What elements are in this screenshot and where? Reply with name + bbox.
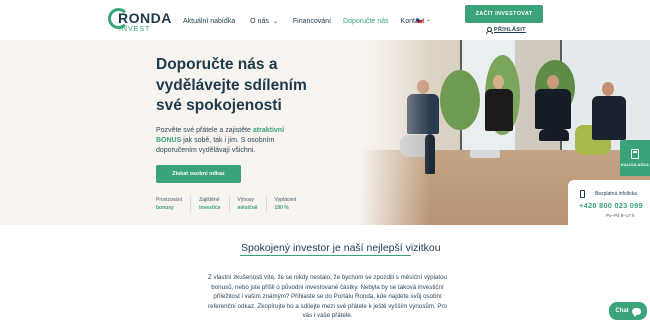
infoline-title: Bezplatná infolinka	[595, 191, 637, 197]
benefit-item: Vyplácení 100 %	[274, 197, 297, 211]
login-label: PŘIHLÁSIT	[494, 27, 526, 33]
nav-item-aktualni-nabidka[interactable]: Aktuální nabídka	[183, 18, 235, 25]
chat-button[interactable]: Chat	[609, 302, 647, 320]
nav-item-doporucte-nas[interactable]: Doporučte nás	[343, 18, 389, 25]
logo-subtitle: INVEST	[119, 26, 151, 33]
section-title-underline	[240, 255, 411, 256]
main-navigation: Aktuální nabídka O nás ⌄ Financování Dopo…	[183, 15, 424, 27]
user-icon	[486, 27, 493, 34]
chat-bubble-icon	[631, 307, 641, 317]
calculator-label: KALKULAČKA	[621, 162, 649, 167]
hero-description: Pozvěte své přátele a zajistěte atraktiv…	[156, 127, 285, 154]
chat-label: Chat	[615, 308, 629, 314]
infoline-hours: Po–Pá 9–17 h	[606, 213, 635, 218]
nav-item-financovani[interactable]: Financování	[293, 18, 331, 25]
phone-icon	[580, 190, 585, 198]
chevron-down-icon: ⌄	[272, 18, 278, 25]
hero-title: Doporučte nás a vydělávejte sdílením své…	[156, 56, 307, 114]
language-chevron-down-icon[interactable]: ⌄	[426, 16, 431, 23]
get-personal-link-button[interactable]: Získat osobní odkaz	[156, 165, 241, 183]
infoline-phone-number[interactable]: +420 800 023 099	[579, 201, 643, 210]
nav-item-o-nas[interactable]: O nás ⌄	[250, 18, 278, 25]
benefit-item: Výnosy měsíčně	[238, 196, 267, 212]
benefit-item: Provizování bonusy	[156, 196, 192, 212]
site-header: RONDA INVEST Aktuální nabídka O nás ⌄ Fin…	[0, 0, 650, 40]
calculator-icon	[631, 149, 639, 159]
ronda-invest-logo[interactable]: RONDA INVEST	[108, 8, 171, 34]
infoline-box: Bezplatná infolinka +420 800 023 099 Po–…	[568, 180, 650, 226]
start-investing-button[interactable]: ZAČÍT INVESTOVAT	[465, 5, 543, 23]
calculator-button[interactable]: KALKULAČKA	[620, 140, 650, 176]
section-paragraph: Z vlastní zkušenosti víte, že se nikdy n…	[207, 274, 447, 319]
login-link[interactable]: PŘIHLÁSIT	[486, 27, 526, 34]
logo-name: RONDA	[118, 10, 172, 26]
benefits-list: Provizování bonusy Zajištěné investice Výn…	[156, 196, 312, 212]
benefit-item: Zajištěné investice	[199, 196, 230, 212]
cz-flag-icon[interactable]	[416, 17, 423, 23]
section-title: Spokojený investor je naší nejlepší vizi…	[241, 242, 441, 254]
